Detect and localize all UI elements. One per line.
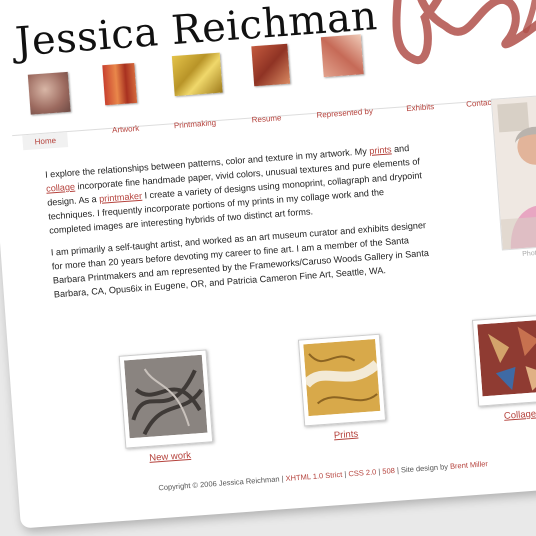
artwork-thumbnail[interactable] bbox=[320, 34, 364, 78]
collage-gallery-link[interactable]: Collage bbox=[479, 407, 536, 424]
nav-resume[interactable]: Resume bbox=[251, 113, 281, 124]
gallery-image-frame[interactable] bbox=[297, 333, 387, 427]
nav-printmaking[interactable]: Printmaking bbox=[174, 118, 217, 130]
main-nav: Home Artwork Printmaking Resume Represen… bbox=[12, 89, 536, 155]
signature-logo bbox=[392, 0, 536, 65]
collage-image bbox=[477, 319, 536, 397]
xhtml-link[interactable]: XHTML 1.0 Strict bbox=[285, 470, 342, 483]
prints-link[interactable]: prints bbox=[369, 144, 392, 156]
gallery-item-collage[interactable]: Collage bbox=[471, 313, 536, 424]
screenshot-stage: Jessica Reichman Home Artwork Printmakin… bbox=[0, 0, 536, 536]
nav-home[interactable]: Home bbox=[22, 132, 69, 151]
copyright-text: Copyright © 2006 Jessica Reichman | bbox=[158, 473, 286, 493]
footer: Copyright © 2006 Jessica Reichman | XHTM… bbox=[158, 459, 488, 492]
new-work-link[interactable]: New work bbox=[126, 448, 215, 465]
gallery-item-prints[interactable]: Prints bbox=[297, 333, 388, 444]
gallery-item-new-work[interactable]: New work bbox=[118, 349, 215, 465]
prints-image bbox=[302, 339, 381, 417]
gallery-image-frame[interactable] bbox=[118, 349, 214, 449]
text: and bbox=[391, 143, 410, 155]
css-link[interactable]: CSS 2.0 bbox=[348, 467, 377, 478]
508-link[interactable]: 508 bbox=[382, 466, 395, 476]
collage-link[interactable]: collage bbox=[46, 182, 75, 194]
web-page: Jessica Reichman Home Artwork Printmakin… bbox=[0, 0, 536, 529]
gallery-image-frame[interactable] bbox=[471, 313, 536, 407]
artwork-thumbnail[interactable] bbox=[102, 62, 138, 106]
designer-link[interactable]: Brent Miller bbox=[450, 459, 488, 471]
nav-artwork[interactable]: Artwork bbox=[112, 124, 140, 135]
artwork-thumbnail[interactable] bbox=[27, 71, 71, 115]
artist-photo bbox=[490, 92, 536, 251]
intro-text: I explore the relationships between patt… bbox=[45, 140, 434, 309]
design-credit-text: | Site design by bbox=[394, 461, 451, 475]
artist-photo-image bbox=[491, 94, 536, 250]
prints-gallery-link[interactable]: Prints bbox=[305, 426, 388, 443]
nav-represented-by[interactable]: Represented by bbox=[316, 107, 373, 120]
printmaker-link[interactable]: printmaker bbox=[99, 191, 143, 204]
artwork-thumbnail[interactable] bbox=[171, 52, 223, 97]
photo-caption: Photo b bbox=[522, 249, 536, 259]
nav-exhibits[interactable]: Exhibits bbox=[406, 102, 435, 113]
new-work-image bbox=[123, 354, 208, 439]
artwork-thumbnail[interactable] bbox=[251, 43, 291, 87]
